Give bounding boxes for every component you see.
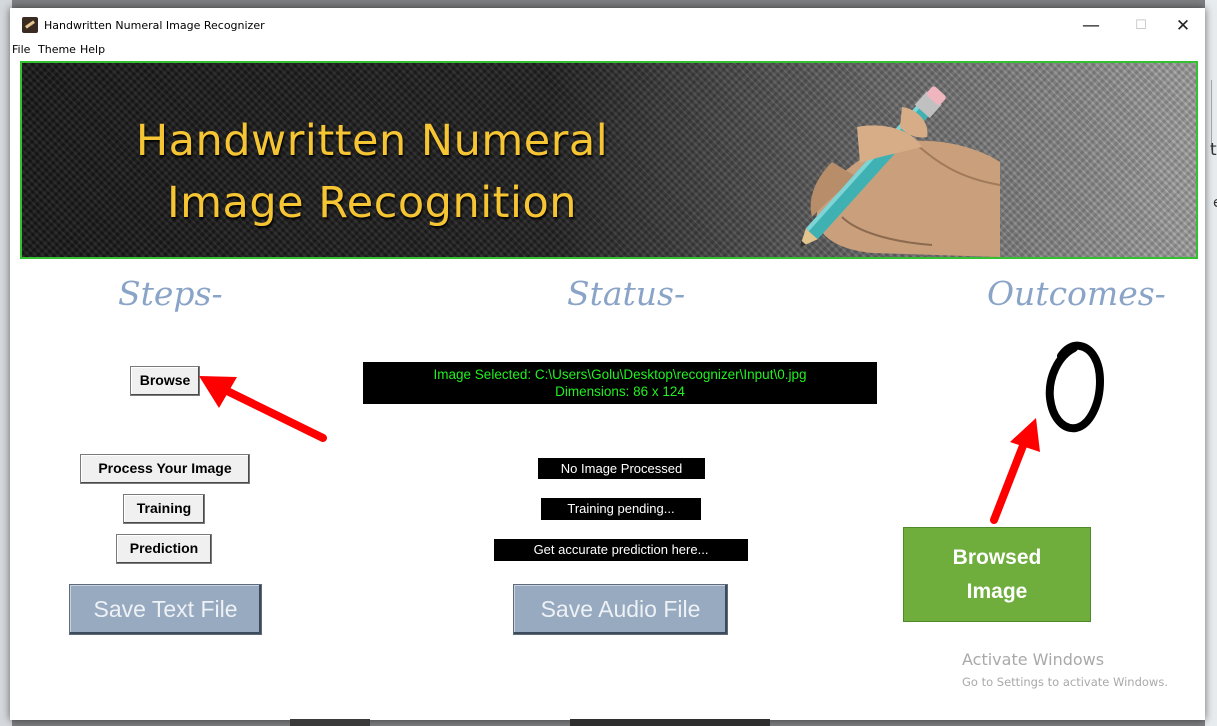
background-glyph: t bbox=[1210, 140, 1217, 160]
outcomes-heading: Outcomes- bbox=[987, 274, 1166, 313]
header-banner: Handwritten Numeral Image Recognition bbox=[20, 61, 1198, 259]
window-title: Handwritten Numeral Image Recognizer bbox=[44, 19, 265, 32]
title-bar: Handwritten Numeral Image Recognizer — ☐… bbox=[10, 8, 1205, 38]
taskbar-fragment bbox=[570, 719, 770, 726]
maximize-button[interactable]: ☐ bbox=[1118, 14, 1164, 38]
close-button[interactable]: ✕ bbox=[1160, 14, 1206, 38]
browsed-image-callout: Browsed Image bbox=[903, 527, 1091, 622]
processing-status: No Image Processed bbox=[538, 458, 705, 479]
training-status: Training pending... bbox=[541, 498, 701, 520]
save-audio-file-button[interactable]: Save Audio File bbox=[513, 584, 728, 635]
background-window-right: t e bbox=[1205, 0, 1217, 726]
process-image-button[interactable]: Process Your Image bbox=[80, 454, 250, 484]
menu-file[interactable]: File bbox=[12, 43, 30, 56]
callout-line1: Browsed bbox=[952, 546, 1042, 569]
callout-line2: Image bbox=[966, 580, 1028, 603]
taskbar-fragment bbox=[290, 719, 370, 726]
app-icon bbox=[22, 17, 38, 33]
dimensions-text: Dimensions: 86 x 124 bbox=[555, 384, 685, 399]
activate-windows-watermark: Activate Windows Go to Settings to activ… bbox=[962, 650, 1168, 689]
banner-title-line1: Handwritten Numeral bbox=[135, 116, 609, 166]
steps-heading: Steps- bbox=[118, 274, 223, 313]
prediction-button[interactable]: Prediction bbox=[116, 534, 212, 564]
prediction-status: Get accurate prediction here... bbox=[494, 539, 748, 561]
banner-title-line2: Image Recognition bbox=[166, 178, 578, 228]
menu-help[interactable]: Help bbox=[80, 43, 105, 56]
hand-writing-pencil-icon bbox=[799, 86, 1001, 257]
minimize-button[interactable]: — bbox=[1068, 14, 1114, 38]
training-button[interactable]: Training bbox=[123, 494, 205, 524]
watermark-line1: Activate Windows bbox=[962, 650, 1105, 669]
status-heading: Status- bbox=[567, 274, 686, 313]
selected-path-text: Image Selected: C:\Users\Golu\Desktop\re… bbox=[433, 367, 807, 382]
save-text-file-button[interactable]: Save Text File bbox=[69, 584, 262, 635]
watermark-line2: Go to Settings to activate Windows. bbox=[962, 675, 1168, 689]
image-selected-status: Image Selected: C:\Users\Golu\Desktop\re… bbox=[363, 362, 877, 404]
app-window: Handwritten Numeral Image Recognizer — ☐… bbox=[10, 8, 1205, 720]
red-arrow-icon bbox=[199, 376, 327, 442]
background-glyph: e bbox=[1213, 195, 1217, 211]
browse-button[interactable]: Browse bbox=[130, 366, 200, 396]
red-arrow-icon bbox=[990, 418, 1040, 524]
menu-theme[interactable]: Theme bbox=[38, 43, 76, 56]
